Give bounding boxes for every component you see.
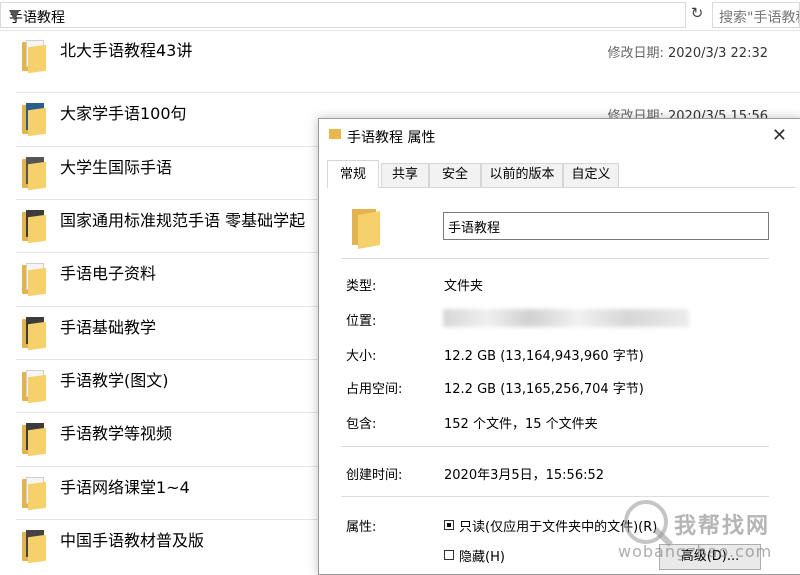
watermark-text: 我帮找网 — [674, 514, 771, 539]
item-name: 中国手语教材普及版 — [60, 531, 205, 550]
refresh-icon[interactable]: ↻ — [688, 4, 706, 24]
item-name: 手语基础教学 — [60, 318, 157, 337]
chevron-down-icon[interactable]: ▼ — [9, 7, 20, 23]
divider — [341, 446, 769, 447]
folder-icon — [22, 103, 48, 137]
location-value-blurred — [443, 309, 689, 327]
folder-icon — [22, 40, 48, 74]
item-name: 北大手语教程43讲 — [60, 41, 193, 60]
item-name: 大学生国际手语 — [60, 158, 173, 177]
created-label: 创建时间: — [346, 468, 403, 483]
folder-icon — [22, 317, 48, 351]
dialog-title: 手语教程 属性 — [347, 130, 436, 146]
item-name: 手语电子资料 — [60, 264, 157, 283]
tab-customize[interactable]: 自定义 — [563, 163, 619, 187]
folder-icon — [22, 263, 48, 297]
tab-general[interactable]: 常规 — [327, 160, 379, 188]
type-value: 文件夹 — [444, 279, 484, 294]
folder-icon — [22, 157, 48, 191]
folder-icon — [329, 129, 341, 139]
size-value: 12.2 GB (13,164,943,960 字节) — [444, 349, 644, 364]
location-label: 位置: — [346, 314, 377, 329]
created-value: 2020年3月5日，15:56:52 — [444, 468, 605, 483]
item-name: 手语教学等视频 — [60, 424, 173, 443]
item-name: 大家学手语100句 — [60, 104, 187, 123]
divider — [341, 258, 769, 259]
folder-icon — [22, 210, 48, 244]
dialog-titlebar[interactable]: 手语教程 属性 ✕ — [319, 119, 800, 153]
folder-icon — [352, 207, 382, 249]
close-icon[interactable]: ✕ — [772, 125, 787, 146]
hidden-checkbox[interactable] — [444, 550, 454, 560]
contains-value: 152 个文件，15 个文件夹 — [444, 417, 598, 432]
type-label: 类型: — [346, 279, 377, 294]
dialog-tabs: 常规 共享 安全 以前的版本 自定义 — [327, 160, 795, 188]
disk-size-value: 12.2 GB (13,165,256,704 字节) — [444, 382, 644, 397]
watermark-url: wobangzhao.com — [618, 542, 773, 561]
attributes-label: 属性: — [346, 520, 377, 535]
address-toolbar: 手语教程 ▼ ↻ 搜索"手语教程" — [0, 0, 800, 31]
folder-icon — [22, 530, 48, 564]
address-bar[interactable]: 手语教程 ▼ — [0, 2, 686, 28]
disk-size-label: 占用空间: — [346, 382, 403, 397]
item-name: 手语网络课堂1~4 — [60, 478, 190, 497]
hidden-label: 隐藏(H) — [459, 550, 505, 565]
folder-icon — [22, 477, 48, 511]
size-label: 大小: — [346, 349, 377, 364]
readonly-checkbox[interactable] — [444, 520, 454, 530]
item-name: 手语教学(图文) — [60, 371, 169, 390]
watermark: 我帮找网 wobangzhao.com — [618, 498, 800, 573]
search-box[interactable]: 搜索"手语教程" — [712, 2, 800, 28]
item-date: 修改日期: 2020/3/3 22:32 — [607, 46, 768, 61]
folder-name-input[interactable]: 手语教程 — [443, 212, 769, 240]
contains-label: 包含: — [346, 417, 377, 432]
tab-sharing[interactable]: 共享 — [381, 163, 429, 187]
folder-icon — [22, 423, 48, 457]
folder-icon — [22, 370, 48, 404]
search-placeholder: 搜索"手语教程" — [719, 10, 799, 26]
tab-previous-versions[interactable]: 以前的版本 — [481, 163, 563, 187]
tab-security[interactable]: 安全 — [429, 163, 481, 187]
list-item[interactable]: 北大手语教程43讲 修改日期: 2020/3/3 22:32 — [16, 30, 800, 83]
divider — [341, 496, 769, 497]
item-name: 国家通用标准规范手语 零基础学起 — [60, 211, 306, 230]
